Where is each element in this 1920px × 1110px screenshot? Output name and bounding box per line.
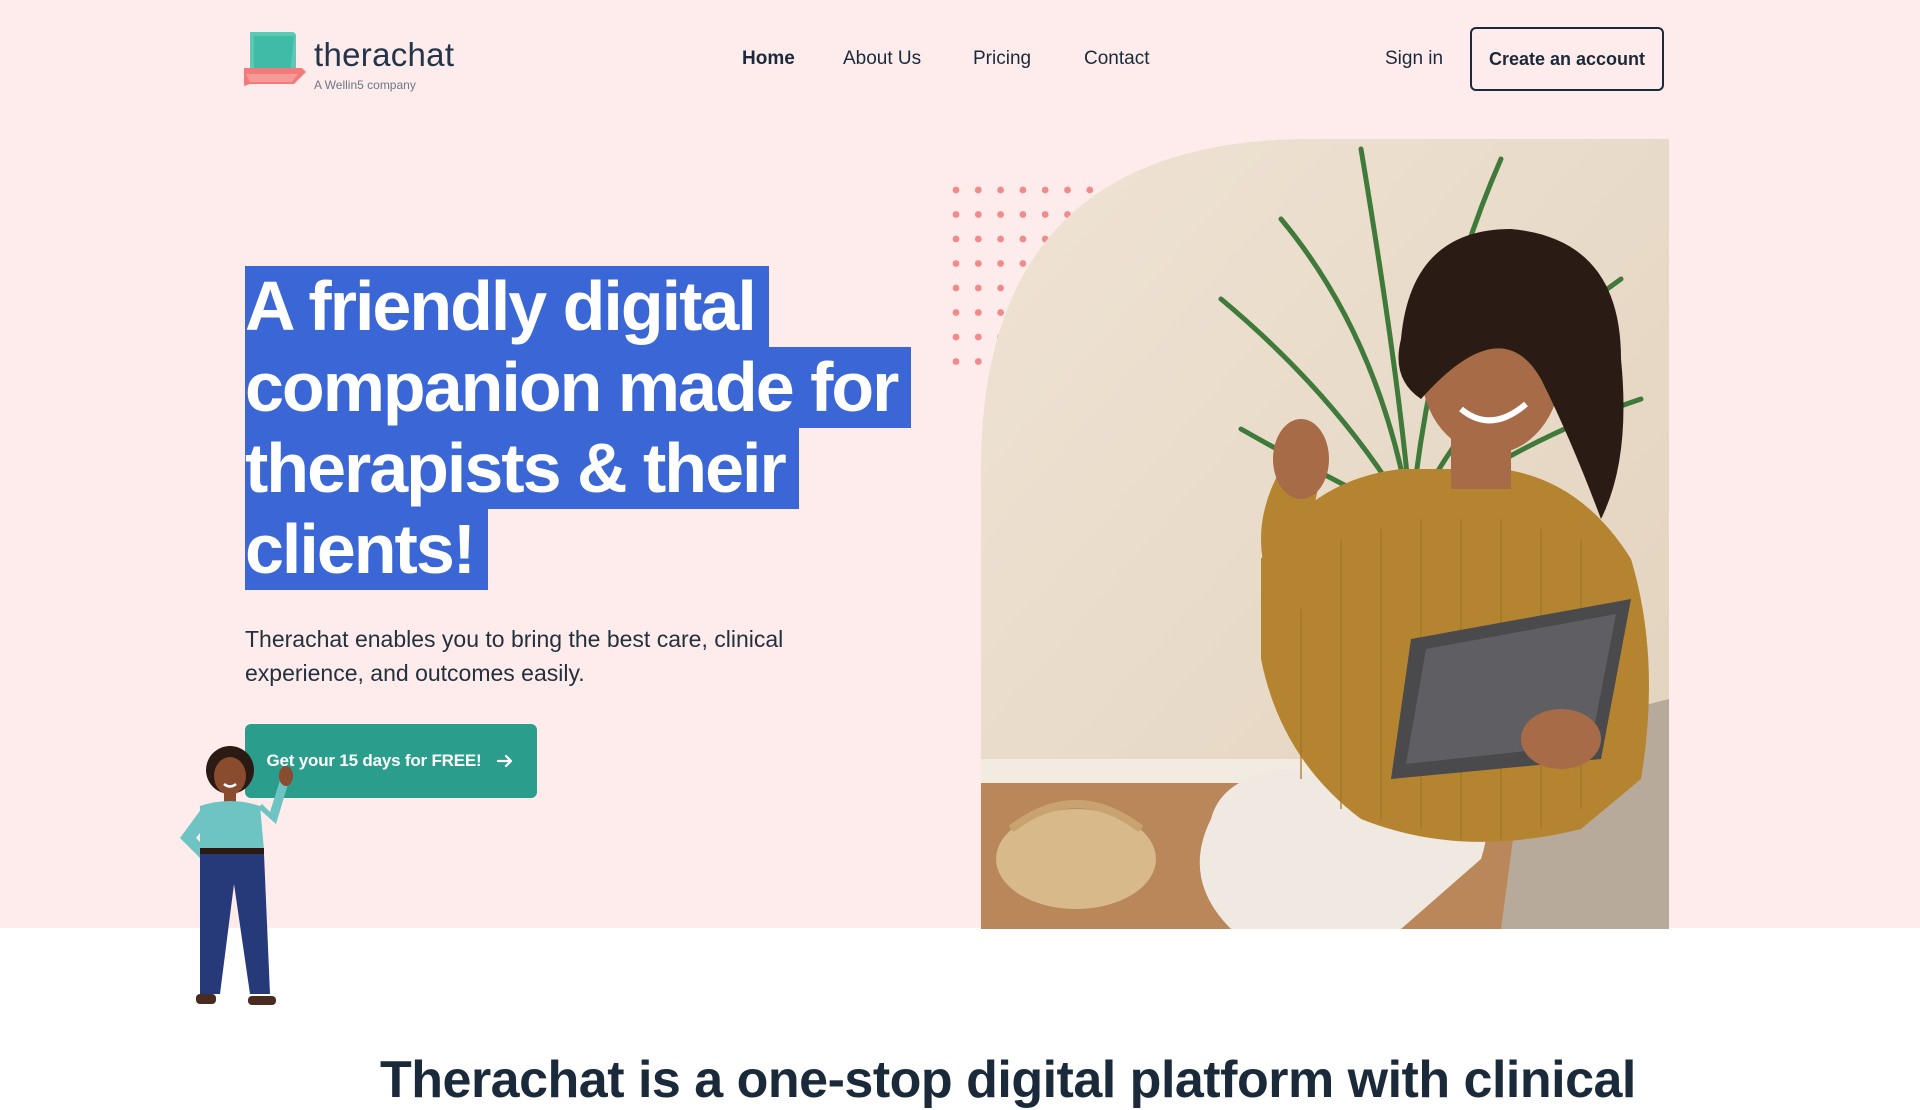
hero-headline: A friendly digital companion made for th…: [245, 266, 965, 590]
hero-subcopy: Therachat enables you to bring the best …: [245, 626, 784, 686]
decorative-dot: [952, 211, 960, 218]
sign-in-link[interactable]: Sign in: [1385, 48, 1443, 70]
headline-line: therapists & their: [245, 428, 799, 509]
nav-home[interactable]: Home: [742, 48, 795, 70]
decorative-dot: [952, 186, 960, 194]
nav-about-us[interactable]: About Us: [843, 48, 921, 70]
waving-woman-illustration: [180, 746, 293, 1005]
nav-pricing[interactable]: Pricing: [973, 48, 1031, 70]
brand-tagline: A Wellin5 company: [314, 78, 416, 92]
decorative-dot: [952, 260, 960, 267]
section-title: Therachat is a one-stop digital platform…: [380, 1051, 1636, 1109]
headline-line: A friendly digital: [245, 266, 769, 347]
headline-line: companion made for: [245, 347, 912, 428]
woman-with-tablet-photo: [981, 139, 1669, 929]
brand-logo[interactable]: therachat A Wellin5 company: [244, 26, 484, 96]
brand-name: therachat: [314, 36, 455, 73]
decorative-dot: [952, 235, 960, 243]
decorative-dot: [952, 358, 960, 365]
decorative-dot: [952, 309, 960, 316]
create-account-button[interactable]: Create an account: [1470, 27, 1664, 91]
headline-line: clients!: [245, 509, 489, 590]
decorative-dot: [952, 284, 960, 292]
nav-contact[interactable]: Contact: [1084, 48, 1149, 70]
decorative-dot: [952, 333, 960, 341]
arrow-right-icon: [497, 754, 513, 768]
chat-bubble-logo-icon: [244, 32, 306, 86]
